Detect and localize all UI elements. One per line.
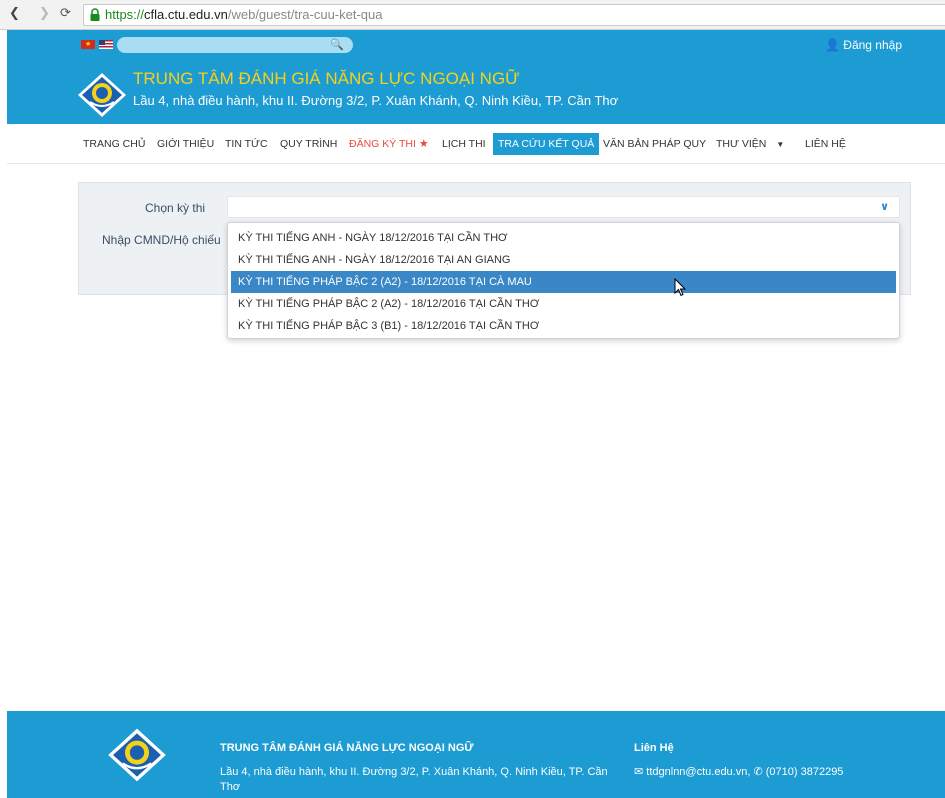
address-bar[interactable]: https://cfla.ctu.edu.vn/web/guest/tra-cu… xyxy=(83,4,945,26)
lock-icon xyxy=(90,8,100,21)
id-input-label: Nhập CMND/Hộ chiếu xyxy=(102,233,221,247)
menu-item-contact[interactable]: LIÊN HỆ xyxy=(805,133,846,155)
vietnam-flag-icon[interactable] xyxy=(81,39,95,49)
menu-item-library[interactable]: THƯ VIỆN ▼ xyxy=(716,133,784,155)
star-icon: ★ xyxy=(418,138,429,150)
envelope-icon: ✉ xyxy=(634,766,644,778)
footer-contact-heading: Liên Hệ xyxy=(634,742,674,754)
menu-item-register-label: ĐĂNG KÝ THI xyxy=(349,138,416,150)
login-link[interactable]: 👤 Đăng nhập xyxy=(825,38,902,52)
caret-down-icon: ▼ xyxy=(776,140,785,149)
exam-select[interactable]: ∨ xyxy=(227,196,900,218)
university-logo-icon xyxy=(108,728,166,782)
dropdown-option-highlighted[interactable]: KỲ THI TIẾNG PHÁP BẬC 2 (A2) - 18/12/201… xyxy=(231,271,896,293)
footer-address: Lầu 4, nhà điều hành, khu II. Đường 3/2,… xyxy=(220,766,608,793)
url-path: /web/guest/tra-cuu-ket-qua xyxy=(227,7,383,22)
english-flag-icon[interactable] xyxy=(99,40,113,49)
footer-phone: (0710) 3872295 xyxy=(765,766,844,778)
menu-item-library-label: THƯ VIỆN xyxy=(716,138,767,150)
phone-icon: ✆ xyxy=(753,766,763,778)
dropdown-option[interactable]: KỲ THI TIẾNG ANH - NGÀY 18/12/2016 TẠI A… xyxy=(228,249,899,271)
menu-item-schedule[interactable]: LỊCH THI xyxy=(442,133,486,155)
back-icon[interactable]: ❮ xyxy=(9,6,20,22)
menu-item-legal[interactable]: VĂN BẢN PHÁP QUY xyxy=(603,133,706,155)
url-host: cfla.ctu.edu.vn xyxy=(144,7,228,22)
dropdown-option[interactable]: KỲ THI TIẾNG ANH - NGÀY 18/12/2016 TẠI C… xyxy=(228,227,899,249)
exam-dropdown-list: KỲ THI TIẾNG ANH - NGÀY 18/12/2016 TẠI C… xyxy=(227,222,900,339)
site-address: Lầu 4, nhà điều hành, khu II. Đường 3/2,… xyxy=(133,93,619,108)
search-icon[interactable]: 🔍 xyxy=(330,38,344,52)
mouse-cursor-icon xyxy=(674,278,687,297)
site-header: 🔍 👤Đăng nhập TRUNG TÂM ĐÁNH GIÁ NĂNG LỰC… xyxy=(7,30,945,124)
menu-item-results[interactable]: TRA CỨU KẾT QUẢ xyxy=(493,133,600,155)
forward-icon[interactable]: ❯ xyxy=(39,6,50,22)
menu-item-news[interactable]: TIN TỨC xyxy=(225,133,268,155)
exam-select-label: Chọn kỳ thi xyxy=(145,201,206,215)
url-text: https://cfla.ctu.edu.vn/web/guest/tra-cu… xyxy=(105,7,383,23)
language-switcher xyxy=(81,39,117,59)
footer-contact-info: ✉ ttdgnlnn@ctu.edu.vn, ✆ (0710) 3872295 xyxy=(634,765,843,780)
site-title[interactable]: TRUNG TÂM ĐÁNH GIÁ NĂNG LỰC NGOẠI NGỮ xyxy=(133,68,520,90)
footer-title: TRUNG TÂM ĐÁNH GIÁ NĂNG LỰC NGOẠI NGỮ xyxy=(220,742,474,754)
footer-email[interactable]: ttdgnlnn@ctu.edu.vn, xyxy=(646,766,750,778)
menu-item-process[interactable]: QUY TRÌNH xyxy=(280,133,337,155)
reload-icon[interactable]: ⟳ xyxy=(60,6,71,22)
user-icon: 👤 xyxy=(825,38,841,52)
chevron-down-icon[interactable]: ∨ xyxy=(880,199,889,215)
search-input[interactable]: 🔍 xyxy=(117,37,353,53)
menu-item-about[interactable]: GIỚI THIỆU xyxy=(157,133,214,155)
menu-item-home[interactable]: TRANG CHỦ xyxy=(83,133,145,155)
url-scheme: https:// xyxy=(105,7,145,22)
university-logo-icon[interactable] xyxy=(77,72,127,118)
menu-item-register[interactable]: ĐĂNG KÝ THI ★ xyxy=(349,133,429,155)
main-menu: TRANG CHỦ GIỚI THIỆU TIN TỨC QUY TRÌNH Đ… xyxy=(7,124,945,164)
browser-toolbar: ❮ ❯ ⟳ https://cfla.ctu.edu.vn/web/guest/… xyxy=(0,0,945,30)
site-footer: TRUNG TÂM ĐÁNH GIÁ NĂNG LỰC NGOẠI NGỮ Lầ… xyxy=(7,711,945,798)
dropdown-option[interactable]: KỲ THI TIẾNG PHÁP BẬC 3 (B1) - 18/12/201… xyxy=(228,315,899,337)
dropdown-option[interactable]: KỲ THI TIẾNG PHÁP BẬC 2 (A2) - 18/12/201… xyxy=(228,293,899,315)
login-label: Đăng nhập xyxy=(843,38,902,52)
